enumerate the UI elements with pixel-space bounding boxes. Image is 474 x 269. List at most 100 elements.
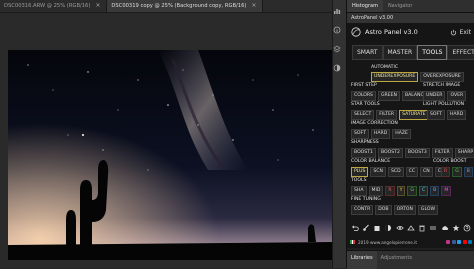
- tab-adjustments[interactable]: Adjustments: [377, 251, 416, 269]
- tab-navigator[interactable]: Navigator: [383, 0, 417, 12]
- document-tab-label: DSC00319 copy @ 25% (Background copy, RG…: [111, 3, 247, 9]
- mid-button[interactable]: MID: [368, 186, 384, 196]
- boost-b-button[interactable]: B: [463, 167, 473, 177]
- plus-button[interactable]: PLUS: [351, 167, 369, 177]
- boost1-button[interactable]: BOOST1: [351, 148, 376, 158]
- tab-smart[interactable]: SMART: [352, 45, 383, 60]
- lp-soft-button[interactable]: SOFT: [427, 110, 445, 120]
- plugin-title: Astro Panel v3.0: [365, 28, 418, 36]
- document-tab-bar: DSC00316.ARW @ 25% (RGB/16) × DSC00319 c…: [0, 0, 340, 13]
- fill-icon[interactable]: [373, 224, 381, 232]
- over-button[interactable]: OVER: [447, 91, 467, 101]
- astro-logo-icon: [351, 27, 361, 37]
- section-color-boost-label: COLOR BOOST: [433, 159, 467, 164]
- dob-button[interactable]: DOB: [375, 205, 392, 215]
- section-sharpness-label: SHARPNESS: [351, 140, 379, 145]
- layers-icon[interactable]: [333, 45, 341, 53]
- boost-g-button[interactable]: G: [452, 167, 462, 177]
- tool-m-button[interactable]: M: [441, 186, 452, 196]
- color-balance-buttons: PLUS SCN SCD CC CN CD: [351, 167, 448, 177]
- lp-hard-button[interactable]: HARD: [446, 110, 467, 120]
- star-tools-buttons: SELECT FILTER SATURATE: [351, 110, 429, 120]
- sharp-filter-button[interactable]: FILTER: [431, 148, 453, 158]
- close-icon[interactable]: ×: [95, 0, 100, 12]
- youtube-icon[interactable]: [462, 240, 467, 244]
- tools-buttons: SHA MID R Y G C B M: [351, 186, 452, 196]
- automatic-buttons: UNDEREXPOSURE OVEREXPOSURE: [371, 72, 464, 82]
- sha-button[interactable]: SHA: [351, 186, 367, 196]
- cn-button[interactable]: CN: [420, 167, 433, 177]
- instagram-icon[interactable]: [446, 240, 450, 244]
- twitter-icon[interactable]: [457, 240, 461, 244]
- plugin-main-tabs: SMART MASTER TOOLS EFFECTS: [347, 41, 474, 62]
- color-boost-buttons: R G B: [441, 167, 473, 177]
- scn-button[interactable]: SCN: [370, 167, 386, 177]
- mask-icon[interactable]: [384, 224, 392, 232]
- trash-icon[interactable]: [418, 224, 426, 232]
- tool-c-button[interactable]: C: [418, 186, 429, 196]
- tool-b-button[interactable]: B: [430, 186, 440, 196]
- facebook-icon[interactable]: [451, 240, 456, 244]
- plugin-footer: 2019 www.angelopierrone.it: [347, 237, 474, 247]
- section-star-tools-label: STAR TOOLS: [351, 102, 380, 107]
- undo-icon[interactable]: [351, 224, 359, 232]
- select-button[interactable]: SELECT: [351, 110, 375, 120]
- panel-icon-strip: [332, 0, 347, 268]
- document-tab-label: DSC00316.ARW @ 25% (RGB/16): [4, 3, 91, 9]
- scd-button[interactable]: SCD: [387, 167, 404, 177]
- tool-g-button[interactable]: G: [407, 186, 417, 196]
- haze-button[interactable]: HAZE: [392, 129, 411, 139]
- plugin-tab-title[interactable]: AstroPanel v3.00: [347, 12, 474, 23]
- document-tab-dsc00319-copy[interactable]: DSC00319 copy @ 25% (Background copy, RG…: [107, 0, 264, 12]
- boost-r-button[interactable]: R: [441, 167, 451, 177]
- exit-label: Exit: [459, 28, 471, 36]
- tab-master[interactable]: MASTER: [382, 45, 418, 60]
- under-button[interactable]: UNDER: [423, 91, 446, 101]
- colors-button[interactable]: COLORS: [351, 91, 376, 101]
- cloud-icon[interactable]: [441, 224, 449, 232]
- tab-effects[interactable]: EFFECTS: [447, 45, 474, 60]
- saturate-button[interactable]: SATURATE: [399, 110, 429, 120]
- cc-button[interactable]: CC: [405, 167, 419, 177]
- help-icon[interactable]: [463, 224, 471, 232]
- sharpness-buttons: BOOST1 BOOST2 BOOST3 FILTER SHARP: [351, 148, 474, 158]
- document-tab-dsc00316[interactable]: DSC00316.ARW @ 25% (RGB/16) ×: [0, 0, 108, 12]
- exit-button[interactable]: Exit: [450, 29, 471, 36]
- canvas-area[interactable]: [0, 13, 340, 268]
- tab-histogram[interactable]: Histogram: [347, 0, 383, 12]
- eye-icon[interactable]: [395, 224, 404, 232]
- ic-soft-button[interactable]: SOFT: [351, 129, 369, 139]
- overexposure-button[interactable]: OVEREXPOSURE: [420, 72, 464, 82]
- orton-button[interactable]: ORTON: [393, 205, 416, 215]
- website-link[interactable]: 2019 www.angelopierrone.it: [358, 240, 417, 245]
- panel-tab-bar: Histogram Navigator: [347, 0, 474, 12]
- section-automatic-label: AUTOMATIC: [371, 65, 399, 70]
- section-light-pollution-label: LIGHT POLLUTION: [423, 102, 465, 107]
- section-stretch-image-label: STRETCH IMAGE: [423, 83, 461, 88]
- adjustments-icon[interactable]: [333, 64, 341, 72]
- boost2-button[interactable]: BOOST2: [377, 148, 403, 158]
- milky-way-photo: [8, 50, 333, 260]
- close-icon[interactable]: ×: [251, 0, 256, 12]
- green-button[interactable]: GREEN: [377, 91, 400, 101]
- social-icons: [446, 240, 472, 244]
- tab-libraries[interactable]: Libraries: [347, 251, 377, 269]
- brush-icon[interactable]: [362, 224, 370, 232]
- tool-y-button[interactable]: Y: [396, 186, 406, 196]
- contr-button[interactable]: CONTR: [351, 205, 374, 215]
- star-icon[interactable]: [452, 224, 460, 232]
- boost3-button[interactable]: BOOST3: [404, 148, 430, 158]
- histogram-icon[interactable]: [333, 7, 341, 15]
- flatten-icon[interactable]: [429, 224, 437, 232]
- underexposure-button[interactable]: UNDEREXPOSURE: [371, 72, 419, 82]
- tab-tools[interactable]: TOOLS: [417, 45, 448, 60]
- glow-button[interactable]: GLOW: [417, 205, 439, 215]
- filter-button[interactable]: FILTER: [376, 110, 398, 120]
- ic-hard-button[interactable]: HARD: [370, 129, 391, 139]
- tool-r-button[interactable]: R: [385, 186, 395, 196]
- flip-icon[interactable]: [407, 224, 415, 232]
- linkedin-icon[interactable]: [468, 240, 472, 244]
- sharp-button[interactable]: SHARP: [454, 148, 474, 158]
- stretch-buttons: UNDER OVER: [423, 91, 467, 101]
- info-icon[interactable]: [333, 26, 341, 34]
